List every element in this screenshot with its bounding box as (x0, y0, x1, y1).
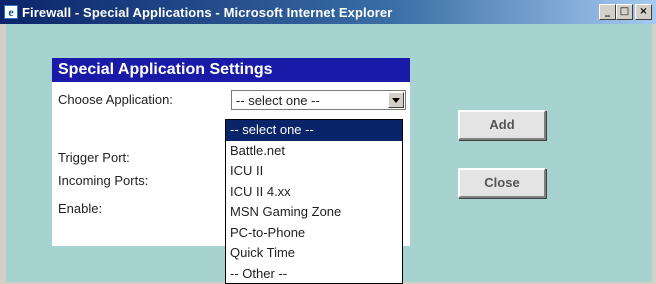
trigger-port-label: Trigger Port: (58, 150, 130, 165)
maximize-button[interactable]: □ (616, 4, 633, 20)
dropdown-option[interactable]: Battle.net (226, 141, 402, 162)
choose-application-label: Choose Application: (58, 92, 173, 107)
dropdown-option[interactable]: -- select one -- (226, 120, 402, 141)
minimize-button[interactable]: _ (599, 4, 616, 20)
enable-label: Enable: (58, 201, 103, 216)
add-button[interactable]: Add (458, 110, 546, 140)
title-bar[interactable]: e Firewall - Special Applications - Micr… (0, 0, 656, 24)
dropdown-option[interactable]: ICU II (226, 161, 402, 182)
dropdown-option[interactable]: PC-to-Phone (226, 223, 402, 244)
window-title: Firewall - Special Applications - Micros… (22, 4, 393, 20)
application-dropdown-list[interactable]: -- select one -- Battle.net ICU II ICU I… (225, 119, 403, 284)
dropdown-option[interactable]: MSN Gaming Zone (226, 202, 402, 223)
application-select[interactable]: -- select one -- (231, 90, 406, 110)
dropdown-option[interactable]: Quick Time (226, 243, 402, 264)
close-window-button[interactable]: × (635, 4, 652, 20)
chevron-down-icon[interactable] (388, 92, 404, 108)
dropdown-option[interactable]: -- Other -- (226, 264, 402, 284)
window-controls: _ □ × (599, 4, 652, 20)
panel-title: Special Application Settings (52, 58, 410, 82)
browser-window: e Firewall - Special Applications - Micr… (0, 0, 656, 284)
select-value: -- select one -- (236, 93, 320, 108)
dropdown-option[interactable]: ICU II 4.xx (226, 182, 402, 203)
ie-icon: e (4, 5, 18, 19)
close-button[interactable]: Close (458, 168, 546, 198)
incoming-ports-label: Incoming Ports: (58, 173, 149, 188)
